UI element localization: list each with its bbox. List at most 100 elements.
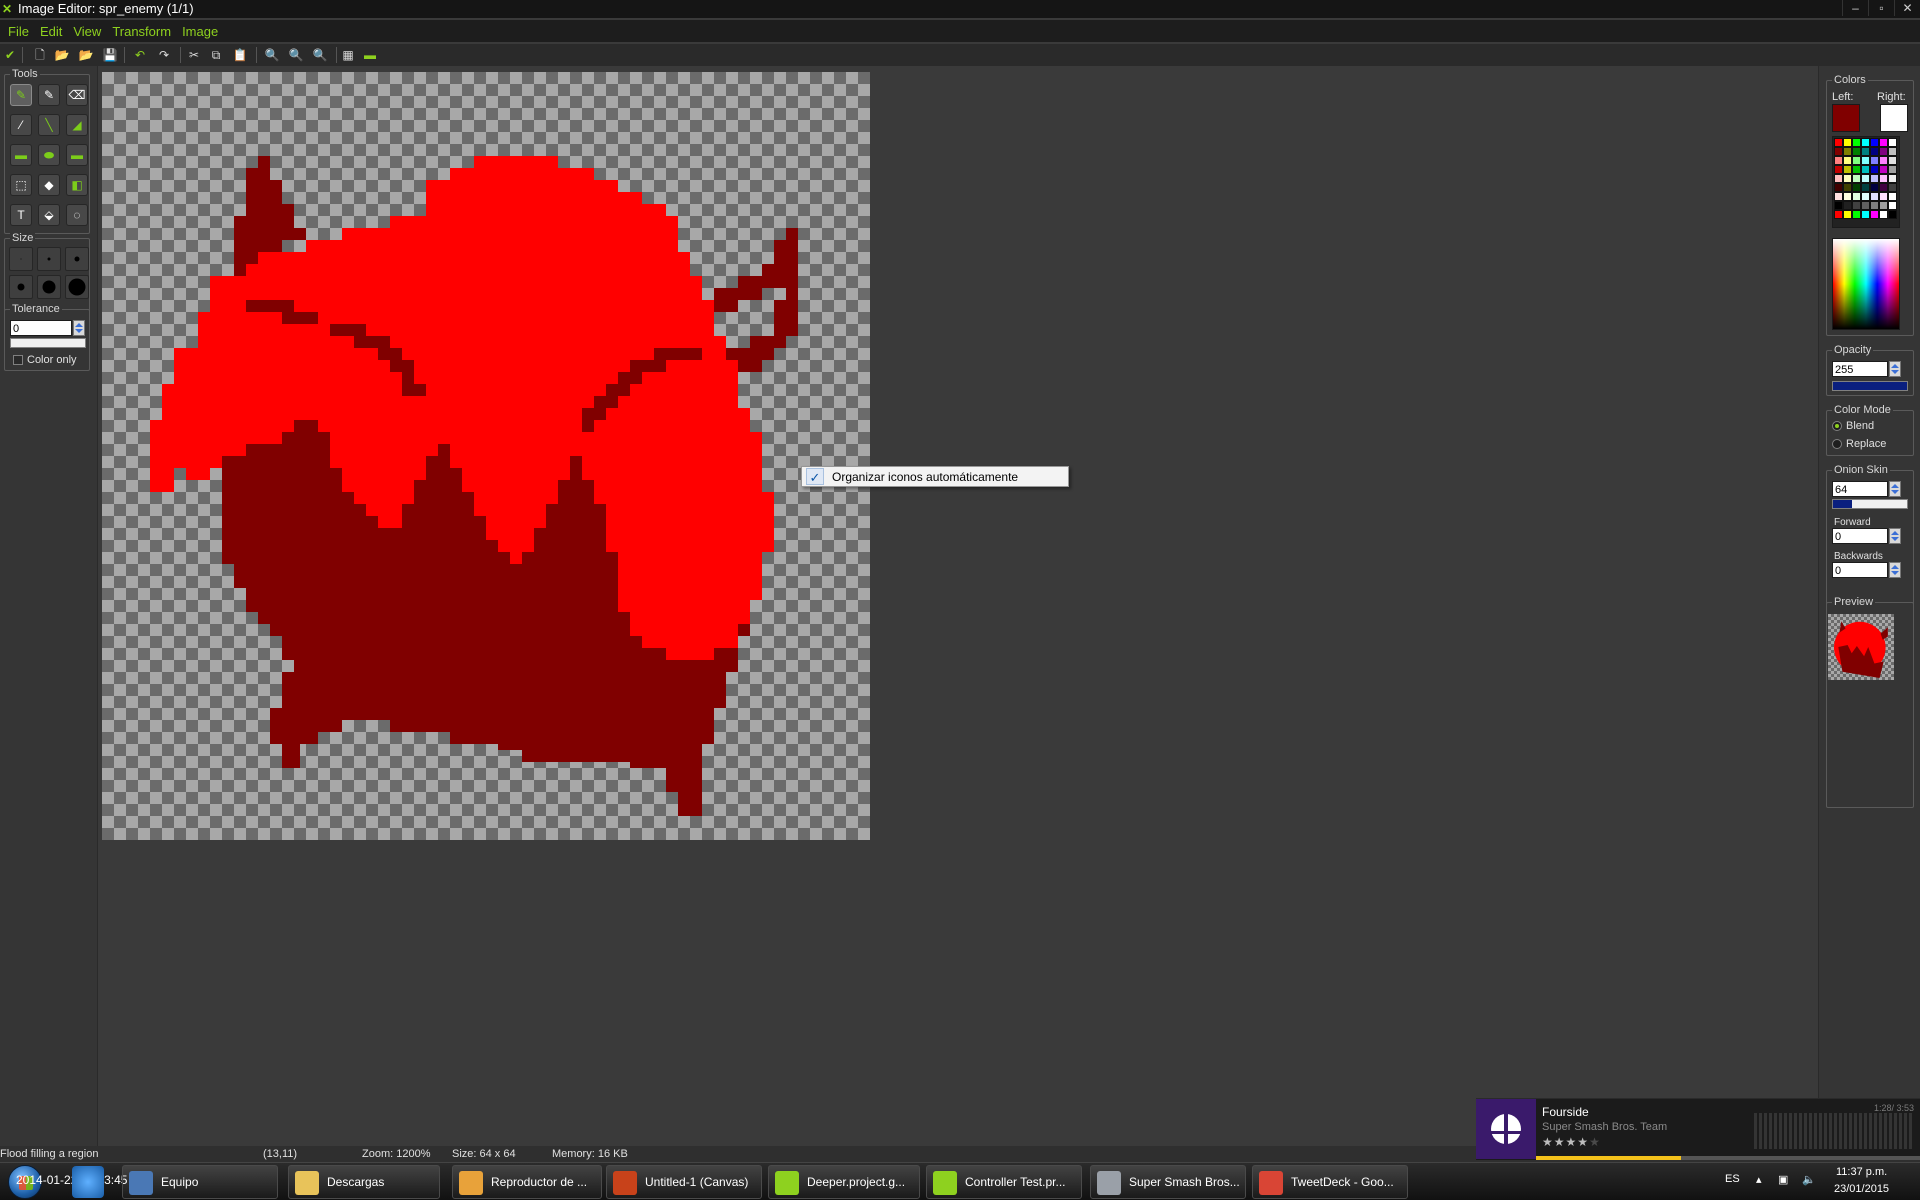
palette-swatch[interactable] xyxy=(1834,174,1843,183)
taskbar-item[interactable]: Untitled-1 (Canvas) xyxy=(606,1165,762,1199)
palette-swatch[interactable] xyxy=(1834,192,1843,201)
star-icon[interactable]: ★ xyxy=(1577,1135,1589,1149)
palette-swatch[interactable] xyxy=(1852,183,1861,192)
paste-icon[interactable]: 📋 xyxy=(232,47,248,63)
size-5-button[interactable] xyxy=(37,275,61,299)
redo-icon[interactable]: ↷ xyxy=(156,47,172,63)
ellipse-tool[interactable]: ⬬ xyxy=(38,144,60,166)
lasso-tool[interactable]: ◌ xyxy=(66,204,88,226)
menu-edit[interactable]: Edit xyxy=(40,20,62,42)
star-icon[interactable]: ★ xyxy=(1566,1135,1578,1149)
palette-swatch[interactable] xyxy=(1852,174,1861,183)
track-progress[interactable] xyxy=(1536,1156,1920,1160)
tolerance-slider[interactable] xyxy=(10,338,86,348)
spray-tool[interactable]: ✎ xyxy=(38,84,60,106)
selection-tool[interactable]: ⬚ xyxy=(10,174,32,196)
size-3-button[interactable] xyxy=(65,247,89,271)
palette-swatch[interactable] xyxy=(1861,192,1870,201)
close-button[interactable]: ✕ xyxy=(1894,0,1920,16)
onion-skin-input[interactable]: 64 xyxy=(1832,481,1888,497)
palette-swatch[interactable] xyxy=(1888,147,1897,156)
size-1-button[interactable] xyxy=(9,247,33,271)
import-icon[interactable]: 📂 xyxy=(78,47,94,63)
palette-swatch[interactable] xyxy=(1879,210,1888,219)
palette-swatch[interactable] xyxy=(1861,210,1870,219)
palette-swatch[interactable] xyxy=(1843,174,1852,183)
palette-swatch[interactable] xyxy=(1861,156,1870,165)
undo-icon[interactable]: ↶ xyxy=(132,47,148,63)
backwards-spinner[interactable] xyxy=(1889,562,1901,578)
onion-skin-spinner[interactable] xyxy=(1889,481,1901,497)
zoom-in-icon[interactable]: 🔍 xyxy=(312,47,328,63)
palette-swatch[interactable] xyxy=(1834,201,1843,210)
magic-wand-tool[interactable]: ◆ xyxy=(38,174,60,196)
polygon-tool[interactable]: ◢ xyxy=(66,114,88,136)
text-tool[interactable]: T xyxy=(10,204,32,226)
show-hidden-icons-icon[interactable]: ▴ xyxy=(1756,1173,1762,1186)
palette-swatch[interactable] xyxy=(1843,147,1852,156)
tolerance-input[interactable]: 0 xyxy=(10,320,72,336)
palette-swatch[interactable] xyxy=(1843,165,1852,174)
star-icon[interactable]: ★ xyxy=(1542,1135,1554,1149)
replace-radio[interactable] xyxy=(1832,439,1842,449)
palette-swatch[interactable] xyxy=(1834,210,1843,219)
palette-swatch[interactable] xyxy=(1870,201,1879,210)
palette-swatch[interactable] xyxy=(1852,201,1861,210)
palette-swatch[interactable] xyxy=(1843,210,1852,219)
palette-swatch[interactable] xyxy=(1834,165,1843,174)
right-color-swatch[interactable] xyxy=(1880,104,1908,132)
palette-swatch[interactable] xyxy=(1870,147,1879,156)
size-6-button[interactable] xyxy=(65,275,89,299)
palette-swatch[interactable] xyxy=(1861,138,1870,147)
palette-swatch[interactable] xyxy=(1843,183,1852,192)
palette-swatch[interactable] xyxy=(1888,174,1897,183)
star-icon[interactable]: ★ xyxy=(1589,1135,1601,1149)
backwards-input[interactable]: 0 xyxy=(1832,562,1888,578)
taskbar-item[interactable]: Super Smash Bros... xyxy=(1090,1165,1246,1199)
menu-transform[interactable]: Transform xyxy=(112,20,171,42)
blend-radio[interactable] xyxy=(1832,421,1842,431)
palette-swatch[interactable] xyxy=(1861,201,1870,210)
taskbar-item[interactable]: Deeper.project.g... xyxy=(768,1165,920,1199)
palette-swatch[interactable] xyxy=(1870,138,1879,147)
palette-swatch[interactable] xyxy=(1861,165,1870,174)
palette-swatch[interactable] xyxy=(1852,165,1861,174)
palette-swatch[interactable] xyxy=(1852,192,1861,201)
palette-swatch[interactable] xyxy=(1852,156,1861,165)
palette-swatch[interactable] xyxy=(1852,210,1861,219)
palette-swatch[interactable] xyxy=(1834,156,1843,165)
palette-swatch[interactable] xyxy=(1870,156,1879,165)
taskbar-item[interactable]: Descargas xyxy=(288,1165,440,1199)
copy-icon[interactable]: ⧉ xyxy=(208,47,224,63)
maximize-button[interactable]: ▫ xyxy=(1868,0,1894,16)
forward-spinner[interactable] xyxy=(1889,528,1901,544)
paint-select-tool[interactable]: ◧ xyxy=(66,174,88,196)
palette-swatch[interactable] xyxy=(1870,165,1879,174)
forward-input[interactable]: 0 xyxy=(1832,528,1888,544)
opacity-spinner[interactable] xyxy=(1889,361,1901,377)
image-canvas[interactable] xyxy=(102,72,870,840)
palette-swatch[interactable] xyxy=(1879,183,1888,192)
taskbar-item[interactable]: TweetDeck - Goo... xyxy=(1252,1165,1408,1199)
track-rating[interactable]: ★★★★★ xyxy=(1542,1135,1601,1149)
palette-swatch[interactable] xyxy=(1879,192,1888,201)
palette-swatch[interactable] xyxy=(1888,183,1897,192)
internet-explorer-icon[interactable] xyxy=(72,1166,104,1198)
color-spectrum[interactable] xyxy=(1832,238,1900,330)
palette-swatch[interactable] xyxy=(1879,156,1888,165)
network-icon[interactable]: ▣ xyxy=(1778,1173,1788,1186)
palette-swatch[interactable] xyxy=(1888,156,1897,165)
palette-swatch[interactable] xyxy=(1852,138,1861,147)
palette-swatch[interactable] xyxy=(1843,156,1852,165)
language-indicator[interactable]: ES xyxy=(1725,1173,1740,1185)
palette-swatch[interactable] xyxy=(1879,174,1888,183)
palette-swatch[interactable] xyxy=(1843,192,1852,201)
palette-swatch[interactable] xyxy=(1888,192,1897,201)
preview-toggle-icon[interactable]: ▬ xyxy=(362,47,378,63)
color-picker-tool[interactable]: ⁄ xyxy=(10,114,32,136)
line-tool[interactable]: ╲ xyxy=(38,114,60,136)
palette-swatch[interactable] xyxy=(1888,138,1897,147)
size-2-button[interactable] xyxy=(37,247,61,271)
color-only-checkbox[interactable] xyxy=(13,355,23,365)
zoom-reset-icon[interactable]: 🔍 xyxy=(288,47,304,63)
